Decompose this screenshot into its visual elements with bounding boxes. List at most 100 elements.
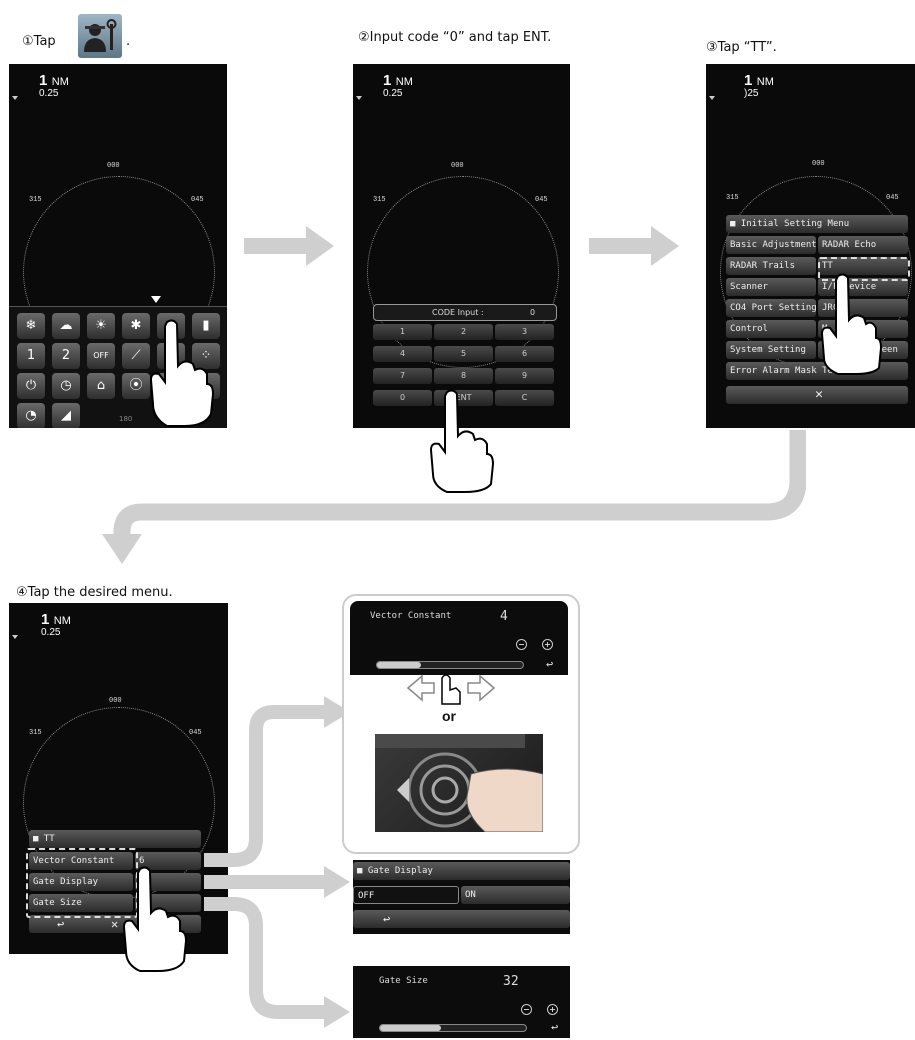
on-button[interactable]: ON: [461, 886, 570, 904]
bearing-045: 045: [191, 196, 204, 204]
plus-button[interactable]: [547, 1004, 558, 1015]
off-icon[interactable]: OFF: [87, 343, 115, 369]
gate-size-value: 32: [503, 974, 519, 989]
key-9[interactable]: 9: [495, 368, 554, 384]
radar-screen-3: 1 NM )25 000 315 045 ■ Initial Setting M…: [706, 64, 915, 428]
menu-item-3-left[interactable]: CO4 Port Setting: [726, 299, 816, 317]
gate-display-panel: ■ Gate Display OFF ON ↩: [353, 860, 570, 934]
key-1[interactable]: 1: [373, 324, 432, 340]
close-button[interactable]: ✕: [726, 386, 908, 404]
key-6[interactable]: 6: [495, 346, 554, 362]
plus-button[interactable]: [542, 639, 553, 650]
person-wrench-icon: [84, 19, 117, 52]
range-display: 1 NM 0.25: [41, 611, 71, 638]
bearing-045: 045: [189, 729, 202, 737]
brightness-icon[interactable]: ☀: [87, 313, 115, 339]
key-0[interactable]: 0: [373, 390, 432, 406]
settings-tool-icon: [78, 14, 122, 58]
bearing-180: 180: [119, 415, 133, 423]
key-7[interactable]: 7: [373, 368, 432, 384]
range-unit: NM: [395, 76, 413, 88]
vector-constant-panel: Vector Constant 4 ↩: [350, 601, 568, 675]
radar-screen-2: 1 NM 0.25 000 315 045 CODE Input : 0 123…: [353, 64, 570, 428]
slider-fill: [377, 662, 421, 668]
bearing-315: 315: [29, 729, 42, 737]
back-icon[interactable]: ↩: [546, 657, 553, 671]
bearing-000: 000: [812, 160, 825, 168]
bearing-315: 315: [373, 196, 386, 204]
menu-item-2-left[interactable]: Scanner: [726, 278, 816, 296]
bearing-000: 000: [109, 697, 122, 705]
pointing-hand-icon: [820, 273, 882, 375]
ring-interval: 0.25: [39, 88, 59, 99]
back-icon[interactable]: ↩: [551, 1020, 558, 1034]
dropdown-marker-icon: [12, 635, 18, 639]
rotary-gesture-icon: [375, 734, 543, 832]
menu-item-5-left[interactable]: System Setting: [726, 341, 816, 359]
rotary-knob-photo: [375, 734, 543, 832]
alarm-icon[interactable]: ⏻: [17, 373, 45, 399]
bearing-000: 000: [107, 162, 120, 170]
step2-label: ②Input code “0” and tap ENT.: [358, 30, 552, 45]
dropdown-marker-icon: [709, 96, 715, 100]
back-button[interactable]: ↩: [353, 910, 570, 928]
gate-size-label: Gate Size: [379, 976, 428, 986]
step3-label: ③Tap “TT”.: [706, 40, 777, 55]
bearing-045: 045: [886, 194, 899, 202]
range-unit: NM: [51, 76, 69, 88]
weather-icon[interactable]: ❄: [17, 313, 45, 339]
rain-icon[interactable]: ☁: [52, 313, 80, 339]
bearing-315: 315: [726, 194, 739, 202]
key-2[interactable]: 2: [434, 324, 493, 340]
step4-label: ④Tap the desired menu.: [16, 585, 173, 600]
timer-icon[interactable]: ◷: [52, 373, 80, 399]
bearing-315: 315: [29, 196, 42, 204]
key-3[interactable]: 3: [495, 324, 554, 340]
range-value: 1: [39, 72, 48, 89]
vector-slider[interactable]: [376, 661, 524, 669]
pointing-hand-icon: [122, 866, 188, 972]
bearing-000: 000: [451, 162, 464, 170]
antenna-icon[interactable]: ⌂: [87, 373, 115, 399]
key-5[interactable]: 5: [434, 346, 493, 362]
step1-suffix: .: [126, 34, 131, 49]
user2-icon[interactable]: 2: [52, 343, 80, 369]
menu-item-4-left[interactable]: Control: [726, 320, 816, 338]
menu-item-0-left[interactable]: Basic Adjustment: [726, 236, 816, 254]
step1-label: ①Tap: [22, 34, 56, 49]
minus-button[interactable]: [516, 639, 527, 650]
range-value: 1: [41, 611, 50, 628]
range-unit: NM: [53, 615, 71, 627]
menu-title: ■ Initial Setting Menu: [726, 215, 908, 233]
menu-item-1-left[interactable]: RADAR Trails: [726, 257, 816, 275]
range-unit: NM: [756, 76, 774, 88]
menu-item-0-right[interactable]: RADAR Echo: [818, 236, 908, 254]
key-8[interactable]: 8: [434, 368, 493, 384]
code-input-value: 0: [530, 308, 536, 317]
minus-button[interactable]: [521, 1004, 532, 1015]
off-button[interactable]: OFF: [353, 886, 459, 904]
curve-icon[interactable]: ◢: [52, 403, 80, 428]
pointing-hand-icon: [149, 319, 215, 427]
vector-constant-label: Vector Constant: [370, 611, 452, 621]
range-value: 1: [383, 72, 392, 89]
ring-interval: 0.25: [383, 88, 403, 99]
key-4[interactable]: 4: [373, 346, 432, 362]
arrow-right-1: [244, 226, 334, 266]
arrow-right-2: [589, 226, 679, 266]
arrow-down-curved: [102, 430, 806, 564]
step1-text: ①Tap: [22, 34, 56, 49]
or-text: or: [442, 708, 456, 724]
code-input-field[interactable]: CODE Input : 0: [373, 304, 557, 321]
range-value: 1: [744, 72, 753, 89]
bearing-045: 045: [535, 196, 548, 204]
user1-icon[interactable]: 1: [17, 343, 45, 369]
range-display: 1 NM 0.25: [383, 72, 413, 99]
gate-size-slider[interactable]: [379, 1024, 527, 1032]
ring-interval: 0.25: [41, 627, 61, 638]
vector-constant-value: 4: [500, 609, 508, 624]
slider-fill: [380, 1025, 442, 1031]
branch-arrows: [204, 696, 350, 1028]
radar-icon[interactable]: ◔: [17, 403, 45, 428]
key-c[interactable]: C: [495, 390, 554, 406]
